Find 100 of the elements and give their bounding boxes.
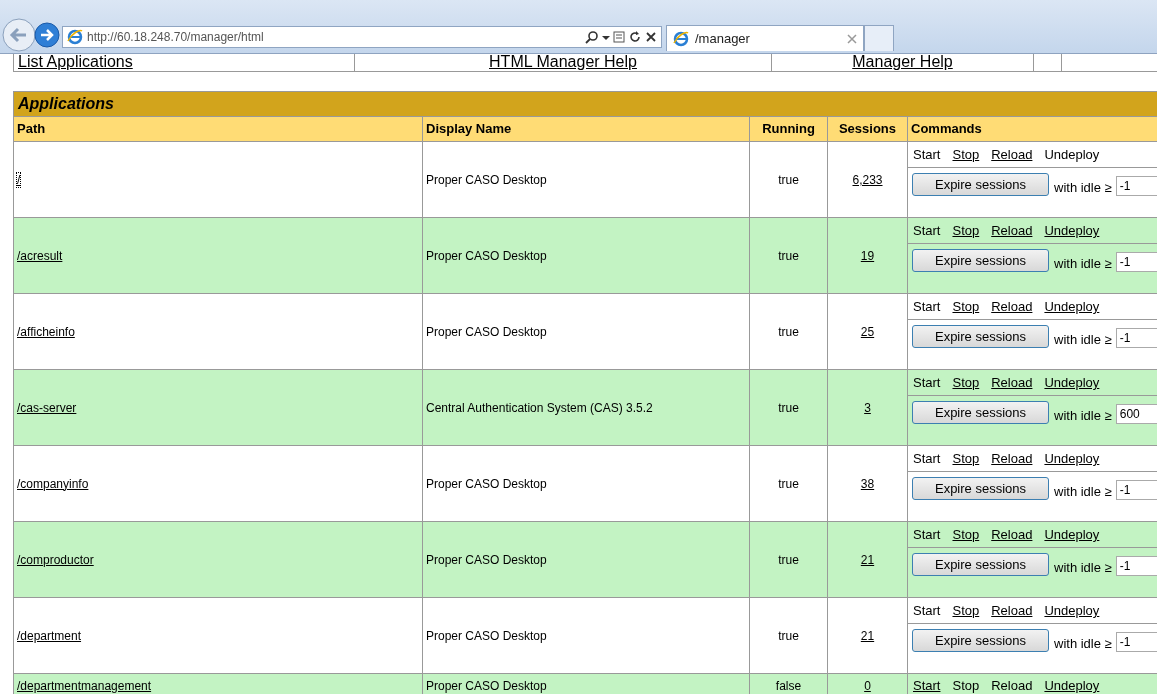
table-cell: true	[778, 476, 799, 491]
address-bar[interactable]: http://60.18.248.70/manager/html	[62, 26, 662, 48]
command-link[interactable]: Stop	[952, 375, 980, 390]
expire-sessions-button[interactable]: Expire sessions	[912, 324, 1049, 348]
close-icon[interactable]	[645, 30, 657, 44]
command-link[interactable]: Stop	[952, 223, 980, 238]
nav-link[interactable]: Manager Help	[852, 54, 953, 71]
command-link[interactable]: Reload	[991, 223, 1033, 238]
table-cell: Proper CASO Desktop	[426, 172, 547, 187]
command-link[interactable]: Undeploy	[1044, 527, 1100, 542]
sessions-link[interactable]: 3	[864, 400, 871, 415]
command-text: Start	[913, 451, 941, 466]
idle-label: with idle ≥	[1054, 179, 1112, 195]
command-link[interactable]: Stop	[952, 451, 980, 466]
command-text: Start	[913, 299, 941, 314]
path-link[interactable]: /cas-server	[17, 400, 77, 415]
path-link[interactable]: /department	[17, 628, 82, 643]
sessions-link[interactable]: 21	[860, 552, 875, 567]
idle-label: with idle ≥	[1054, 483, 1112, 499]
table-cell: Central Authentication System (CAS) 3.5.2	[426, 400, 653, 415]
path-link[interactable]: /departmentmanagement	[17, 678, 152, 693]
command-link[interactable]: Start	[913, 678, 941, 693]
command-link[interactable]: Stop	[952, 299, 980, 314]
table-cell: Proper CASO Desktop	[426, 552, 547, 567]
sessions-link[interactable]: 0	[864, 678, 871, 693]
command-link[interactable]: Reload	[991, 299, 1033, 314]
sessions-link[interactable]: 25	[860, 324, 875, 339]
table-cell: true	[778, 324, 799, 339]
command-link[interactable]: Reload	[991, 603, 1033, 618]
table-cell: true	[778, 552, 799, 567]
command-link[interactable]: Undeploy	[1044, 451, 1100, 466]
expire-sessions-button[interactable]: Expire sessions	[912, 628, 1049, 652]
expire-sessions-button[interactable]: Expire sessions	[912, 552, 1049, 576]
table-cell: Proper CASO Desktop	[426, 678, 547, 693]
idle-input[interactable]: -1	[1115, 632, 1157, 652]
command-text: Start	[913, 375, 941, 390]
path-link[interactable]: /afficheinfo	[17, 324, 75, 339]
idle-input[interactable]: -1	[1115, 252, 1157, 272]
expire-sessions-button[interactable]: Expire sessions	[912, 400, 1049, 424]
command-text: Start	[913, 147, 941, 162]
browser-icon[interactable]	[673, 30, 689, 47]
idle-input[interactable]: -1	[1115, 176, 1157, 196]
table-cell: true	[778, 248, 799, 263]
command-link[interactable]: Reload	[991, 375, 1033, 390]
nav-link[interactable]: List Applications	[18, 54, 133, 71]
command-link[interactable]: Stop	[952, 603, 980, 618]
forward-icon[interactable]	[34, 22, 60, 48]
command-link[interactable]: Reload	[991, 527, 1033, 542]
command-text: Stop	[952, 678, 980, 693]
command-link[interactable]: Undeploy	[1044, 603, 1100, 618]
idle-label: with idle ≥	[1054, 255, 1112, 271]
path-link[interactable]: /	[17, 172, 21, 187]
idle-label: with idle ≥	[1054, 331, 1112, 347]
command-link[interactable]: Stop	[952, 147, 980, 162]
command-link[interactable]: Stop	[952, 527, 980, 542]
sessions-link[interactable]: 21	[860, 628, 875, 643]
nav-link[interactable]: HTML Manager Help	[489, 54, 637, 71]
command-text: Start	[913, 603, 941, 618]
table-cell: Proper CASO Desktop	[426, 476, 547, 491]
browser-icon[interactable]	[67, 29, 83, 45]
idle-input[interactable]: 600	[1115, 404, 1157, 424]
command-link[interactable]: Reload	[991, 451, 1033, 466]
command-link[interactable]: Undeploy	[1044, 375, 1100, 390]
tab-title: /manager	[695, 31, 751, 46]
expire-sessions-button[interactable]: Expire sessions	[912, 476, 1049, 500]
sessions-link[interactable]: 6,233	[852, 172, 883, 187]
command-text: Reload	[991, 678, 1033, 693]
sessions-link[interactable]: 19	[860, 248, 875, 263]
idle-label: with idle ≥	[1054, 407, 1112, 423]
section-title: Applications	[14, 91, 1157, 116]
refresh-icon[interactable]	[628, 30, 642, 44]
idle-label: with idle ≥	[1054, 559, 1112, 575]
sessions-link[interactable]: 38	[860, 476, 875, 491]
command-link[interactable]: Undeploy	[1044, 678, 1100, 693]
idle-input[interactable]: -1	[1115, 480, 1157, 500]
command-text: Undeploy	[1044, 147, 1100, 162]
expire-sessions-button[interactable]: Expire sessions	[912, 248, 1049, 272]
table-cell: true	[778, 172, 799, 187]
idle-label: with idle ≥	[1054, 635, 1112, 651]
table-cell: Proper CASO Desktop	[426, 628, 547, 643]
browser-tab[interactable]: /manager	[666, 25, 864, 51]
command-link[interactable]: Reload	[991, 147, 1033, 162]
search-icon[interactable]	[585, 30, 599, 44]
expire-sessions-button[interactable]: Expire sessions	[912, 172, 1049, 196]
path-link[interactable]: /comproductor	[17, 552, 94, 567]
command-link[interactable]: Undeploy	[1044, 223, 1100, 238]
table-cell: true	[778, 400, 799, 415]
new-tab-button[interactable]	[864, 25, 894, 51]
idle-input[interactable]: -1	[1115, 556, 1157, 576]
command-text: Start	[913, 223, 941, 238]
url-text: http://60.18.248.70/manager/html	[87, 30, 265, 44]
command-link[interactable]: Undeploy	[1044, 299, 1100, 314]
path-link[interactable]: /acresult	[17, 248, 63, 263]
command-text: Start	[913, 527, 941, 542]
path-link[interactable]: /companyinfo	[17, 476, 89, 491]
table-cell: Proper CASO Desktop	[426, 248, 547, 263]
table-cell: Proper CASO Desktop	[426, 324, 547, 339]
idle-input[interactable]: -1	[1115, 328, 1157, 348]
table-cell: false	[775, 678, 802, 693]
table-cell: true	[778, 628, 799, 643]
